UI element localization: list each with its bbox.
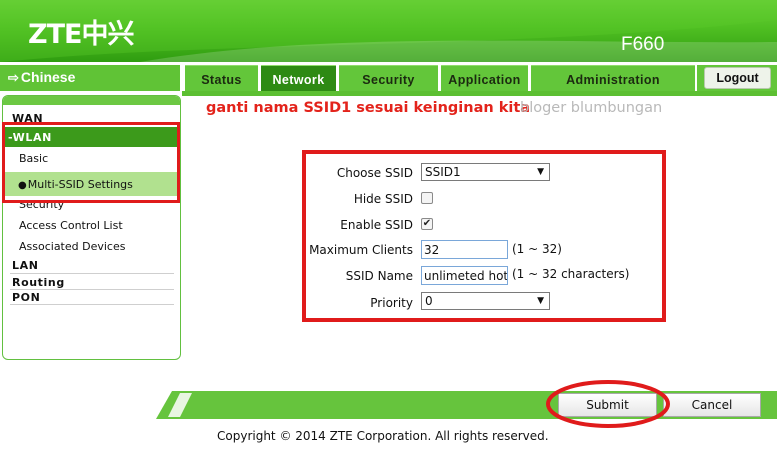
priority-select[interactable]: 0 ▼	[421, 292, 550, 310]
enable-ssid-checkbox[interactable]: ✔	[421, 218, 433, 230]
ssid-name-hint: (1 ~ 32 characters)	[512, 267, 630, 281]
hide-ssid-checkbox[interactable]	[421, 192, 433, 204]
router-admin-page: ZTE中兴 F660 ⇨ Chinese Status Network Secur…	[0, 0, 777, 449]
sidebar-top-bar	[3, 96, 180, 105]
cancel-button[interactable]: Cancel	[663, 393, 761, 417]
sidebar-item-lan[interactable]: LAN	[12, 259, 39, 272]
hide-ssid-label: Hide SSID	[353, 192, 413, 206]
enable-ssid-label: Enable SSID	[340, 218, 413, 232]
max-clients-input[interactable]: 32	[421, 240, 508, 259]
ssid-name-label: SSID Name	[345, 269, 413, 283]
annotation-circle-submit	[546, 380, 670, 428]
logout-button[interactable]: Logout	[704, 67, 771, 89]
annotation-highlight-sidebar	[2, 122, 180, 203]
max-clients-label: Maximum Clients	[309, 243, 413, 257]
choose-ssid-label: Choose SSID	[336, 166, 413, 180]
zte-logo: ZTE中兴	[28, 19, 134, 50]
annotation-instruction: ganti nama SSID1 sesuai keinginan kita	[206, 100, 531, 116]
tab-administration[interactable]: Administration	[531, 65, 695, 91]
max-clients-hint: (1 ~ 32)	[512, 242, 562, 256]
sidebar-divider	[10, 289, 174, 290]
header-banner: ZTE中兴 F660	[0, 0, 777, 62]
priority-label: Priority	[370, 296, 413, 310]
language-switch[interactable]: ⇨ Chinese	[0, 65, 180, 91]
sidebar-item-routing[interactable]: Routing	[12, 276, 65, 289]
arrow-right-icon: ⇨	[8, 70, 19, 85]
sidebar-item-pon[interactable]: PON	[12, 291, 40, 304]
choose-ssid-value: SSID1	[425, 165, 461, 179]
sidebar-item-acl[interactable]: Access Control List	[19, 219, 123, 232]
sidebar-divider	[10, 273, 174, 274]
tab-underline-band	[182, 91, 777, 96]
language-label: Chinese	[20, 69, 76, 85]
device-model: F660	[621, 34, 665, 55]
tab-application[interactable]: Application	[441, 65, 528, 91]
checkmark-icon: ✔	[422, 218, 432, 229]
sidebar-item-associated-devices[interactable]: Associated Devices	[19, 240, 125, 253]
tab-status[interactable]: Status	[185, 65, 258, 91]
ssid-name-input[interactable]: unlimeted hot	[421, 266, 508, 285]
copyright-text: Copyright © 2014 ZTE Corporation. All ri…	[217, 429, 549, 443]
tab-security[interactable]: Security	[339, 65, 438, 91]
annotation-blog-watermark: bloger blumbungan	[520, 100, 663, 116]
tab-network[interactable]: Network	[261, 65, 336, 91]
caret-down-icon: ▼	[537, 167, 544, 177]
priority-value: 0	[425, 294, 433, 308]
sidebar-divider	[10, 304, 174, 305]
choose-ssid-select[interactable]: SSID1 ▼	[421, 163, 550, 181]
caret-down-icon: ▼	[537, 296, 544, 306]
